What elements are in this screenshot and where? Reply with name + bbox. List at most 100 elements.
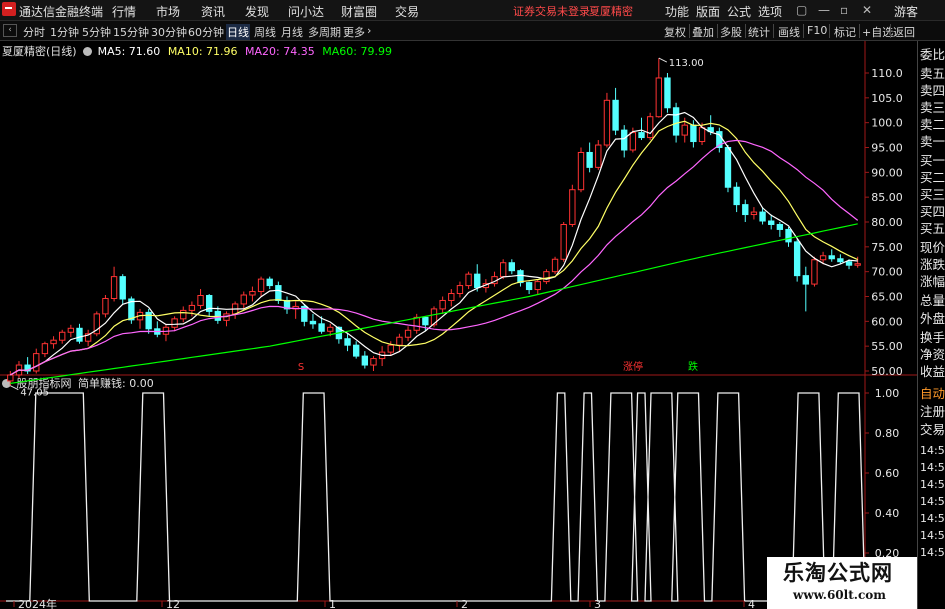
candle-up: [188, 304, 196, 311]
app-name: 通达信金融终端: [19, 5, 104, 19]
period-weekly[interactable]: 周线: [254, 24, 276, 40]
btn-add-watchlist[interactable]: +自选: [862, 24, 893, 40]
menu-gongneng[interactable]: 功能: [665, 3, 689, 20]
period-monthly[interactable]: 月线: [281, 24, 303, 40]
candle-down: [742, 204, 749, 216]
side-change[interactable]: 涨跌: [920, 257, 945, 273]
candle-up: [681, 124, 688, 136]
separator: [859, 24, 860, 38]
login-warning[interactable]: 证券交易未登录: [513, 3, 590, 19]
candle-up: [569, 189, 576, 225]
candle-down: [690, 124, 697, 143]
user-guest[interactable]: 游客: [894, 3, 918, 20]
side-register[interactable]: 注册: [920, 404, 945, 420]
side-buy5[interactable]: 买五: [920, 221, 945, 237]
period-30min[interactable]: 30分钟: [151, 24, 187, 40]
btn-diejia[interactable]: 叠加: [692, 24, 714, 40]
minimize-icon[interactable]: —: [818, 3, 830, 17]
restore-icon[interactable]: ▫: [840, 3, 848, 17]
side-net-asset[interactable]: 净资: [920, 347, 945, 363]
back-arrow-icon[interactable]: ‹: [3, 24, 17, 37]
candle-up: [404, 329, 412, 338]
window-icon[interactable]: ▢: [796, 3, 807, 17]
candle-down: [119, 276, 126, 300]
btn-f10[interactable]: F10: [807, 24, 827, 37]
side-buy1[interactable]: 买一: [920, 153, 945, 169]
more-chevron-icon[interactable]: ›: [367, 24, 371, 37]
side-price[interactable]: 现价: [920, 240, 945, 256]
candle-down: [793, 241, 801, 277]
candle-up: [465, 273, 472, 287]
menu-caifuquan[interactable]: 财富圈: [341, 3, 377, 20]
side-turnover[interactable]: 换手: [920, 330, 945, 346]
side-buy4[interactable]: 买四: [920, 204, 945, 220]
separator: [717, 24, 718, 38]
period-fenshi[interactable]: 分时: [23, 24, 45, 40]
side-sell3[interactable]: 卖三: [920, 100, 945, 116]
candle-down: [309, 320, 317, 325]
menu-zixun[interactable]: 资讯: [201, 3, 225, 20]
ma60-line: [10, 223, 858, 384]
menu-wenxiaoda[interactable]: 问小达: [288, 3, 324, 20]
candle-up: [180, 309, 187, 320]
side-sell1[interactable]: 卖一: [920, 134, 945, 150]
side-weibi[interactable]: 委比: [920, 47, 945, 63]
menu-faxian[interactable]: 发现: [245, 3, 269, 20]
separator: [773, 24, 774, 38]
side-sell2[interactable]: 卖二: [920, 117, 945, 133]
indicator-tick-label: 0.40: [875, 507, 900, 520]
candle-up: [603, 99, 611, 146]
candle-up: [629, 132, 637, 151]
menu-banmian[interactable]: 版面: [696, 3, 720, 20]
btn-back[interactable]: 返回: [893, 24, 915, 40]
side-outer[interactable]: 外盘: [920, 311, 945, 327]
candle-up: [819, 255, 827, 261]
side-trade[interactable]: 交易: [920, 422, 945, 438]
btn-fuquan[interactable]: 复权: [664, 24, 686, 40]
candle-up: [249, 291, 256, 296]
side-earnings[interactable]: 收益: [920, 364, 945, 380]
candle-down: [517, 270, 524, 284]
chart-canvas[interactable]: 110.0 105.0 100.0 95.00 90.00 85.00 80.00 75.00…: [0, 41, 917, 609]
candle-up: [327, 326, 334, 332]
period-more[interactable]: 更多: [343, 24, 365, 40]
separator: [689, 24, 690, 38]
period-multi[interactable]: 多周期: [308, 24, 341, 40]
close-icon[interactable]: ✕: [862, 3, 872, 17]
menu-xuanxiang[interactable]: 选项: [758, 3, 782, 20]
candle-up: [7, 374, 14, 382]
candle-up: [655, 77, 662, 118]
side-sell5[interactable]: 卖五: [920, 66, 945, 82]
side-auto[interactable]: 自动: [920, 386, 945, 402]
date-label: 12: [166, 598, 180, 609]
menu-gongshi[interactable]: 公式: [727, 3, 751, 20]
btn-huaxian[interactable]: 画线: [778, 24, 800, 40]
period-daily[interactable]: 日线: [226, 24, 250, 40]
candle-up: [448, 293, 455, 301]
period-1min[interactable]: 1分钟: [50, 24, 79, 40]
price-tick-label: 80.00: [871, 216, 903, 229]
period-60min[interactable]: 60分钟: [188, 24, 224, 40]
btn-duogu[interactable]: 多股: [720, 24, 742, 40]
menu-jiaoyi[interactable]: 交易: [395, 3, 419, 20]
candle-down: [672, 107, 680, 136]
menu-hangqing[interactable]: 行情: [112, 3, 136, 20]
side-sell4[interactable]: 卖四: [920, 83, 945, 99]
btn-tongji[interactable]: 统计: [748, 24, 770, 40]
side-change-pct[interactable]: 涨幅: [920, 274, 945, 290]
candle-down: [837, 258, 844, 263]
candle-up: [41, 343, 49, 355]
side-time: 14:56: [920, 444, 945, 457]
side-buy2[interactable]: 买二: [920, 170, 945, 186]
candle-down: [344, 338, 351, 346]
side-buy3[interactable]: 买三: [920, 187, 945, 203]
menu-shichang[interactable]: 市场: [156, 3, 180, 20]
period-15min[interactable]: 15分钟: [113, 24, 149, 40]
high-price-label: 113.00: [669, 58, 704, 69]
price-tick-label: 110.0: [871, 67, 903, 80]
candle-up: [577, 151, 585, 191]
period-5min[interactable]: 5分钟: [82, 24, 111, 40]
btn-biaoji[interactable]: 标记: [834, 24, 856, 40]
candle-up: [387, 344, 394, 353]
side-volume[interactable]: 总量: [920, 293, 945, 309]
